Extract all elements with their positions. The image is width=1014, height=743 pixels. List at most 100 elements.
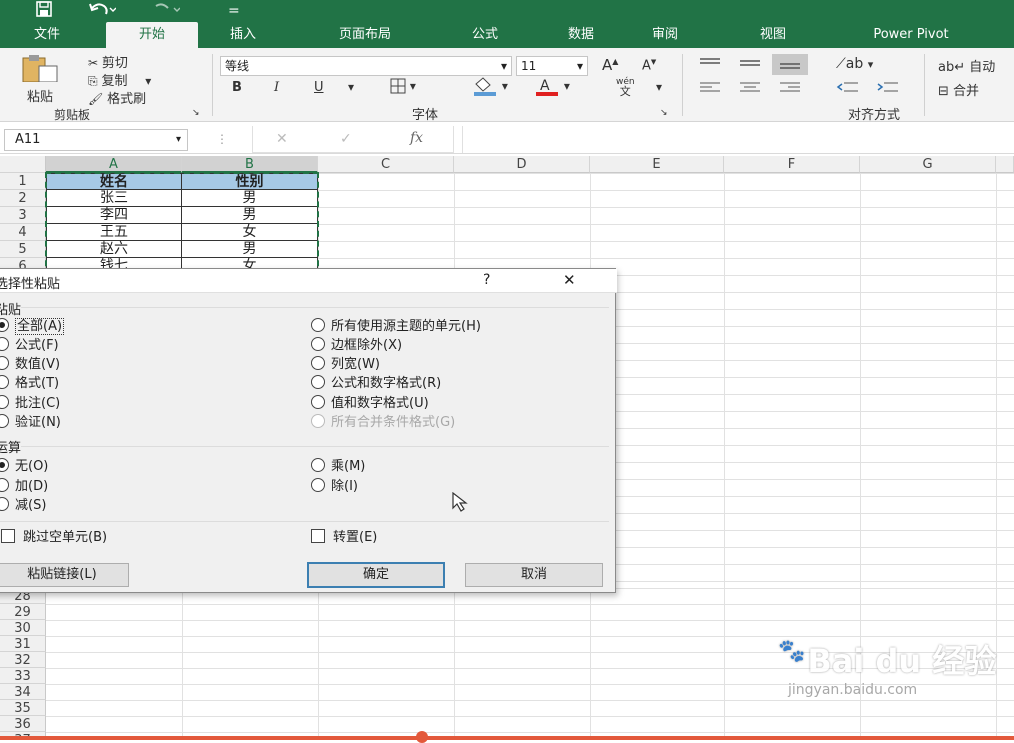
decrease-indent-button[interactable] [836,80,860,97]
divider [682,54,683,116]
align-middle-button[interactable] [738,56,762,73]
customize-toolbar-icon[interactable]: = [228,0,240,22]
italic-button[interactable]: I [274,80,279,95]
tab-view[interactable]: 视图 [740,22,806,48]
column-header-f[interactable]: F [724,156,860,173]
align-left-button[interactable] [698,80,722,97]
tab-file[interactable]: 文件 [14,22,80,48]
tab-insert[interactable]: 插入 [210,22,276,48]
divider [21,307,609,308]
radio-icon [311,414,325,428]
row-header[interactable]: 29 [0,604,46,620]
merge-center-button[interactable]: ⊟ 合并 [938,80,979,99]
column-header-h[interactable] [996,156,1014,173]
underline-button[interactable]: U [314,80,324,95]
align-top-button[interactable] [698,56,722,73]
tab-formulas[interactable]: 公式 [452,22,518,48]
font-size-select[interactable]: 11 ▾ [516,56,588,76]
cancel-icon[interactable]: ✕ [276,131,288,147]
radio-op-add[interactable]: 加(D) [0,478,48,496]
column-header-d[interactable]: D [454,156,590,173]
dialog-launcher-icon[interactable]: ↘ [660,108,668,118]
tab-power-pivot[interactable]: Power Pivot [836,22,986,48]
radio-paste-column-widths[interactable]: 列宽(W) [311,356,380,374]
radio-paste-comments[interactable]: 批注(C) [0,395,60,413]
column-header-c[interactable]: C [318,156,454,173]
column-header-e[interactable]: E [590,156,724,173]
radio-op-multiply[interactable]: 乘(M) [311,458,365,476]
tab-page-layout[interactable]: 页面布局 [310,22,420,48]
font-family-select[interactable]: 等线 ▾ [220,56,512,76]
fill-color-button[interactable]: ▾ [472,76,508,99]
ok-button[interactable]: 确定 [307,562,445,588]
align-bottom-button[interactable] [772,54,808,75]
help-icon[interactable]: ? [483,272,490,288]
radio-paste-no-borders[interactable]: 边框除外(X) [311,337,402,355]
grow-font-button[interactable]: A▲ [602,56,618,74]
radio-paste-values[interactable]: 数值(V) [0,356,60,374]
transpose-checkbox[interactable]: 转置(E) [311,529,377,547]
column-header-b[interactable]: B [182,156,318,173]
borders-button[interactable]: ▾ [390,78,416,97]
skip-blanks-checkbox[interactable]: 跳过空单元(B) [1,529,107,547]
title-bar: = [0,0,1014,22]
radio-paste-validation[interactable]: 验证(N) [0,414,61,432]
cancel-button[interactable]: 取消 [465,563,603,587]
radio-paste-source-theme[interactable]: 所有使用源主题的单元(H) [311,318,481,336]
select-all-corner[interactable] [0,156,46,173]
svg-text:A: A [540,78,550,94]
radio-paste-all[interactable]: 全部(A) [0,318,65,336]
radio-op-divide[interactable]: 除(I) [311,478,358,496]
insert-function-icon[interactable]: fx [410,130,423,146]
increase-indent-button[interactable] [876,80,900,97]
alignment-group-label: 对齐方式 [848,108,901,123]
chevron-down-icon[interactable]: ▾ [348,80,354,94]
radio-paste-formats[interactable]: 格式(T) [0,375,59,393]
progress-handle[interactable] [416,731,428,743]
row-header[interactable]: 30 [0,620,46,636]
row-header[interactable]: 1 [0,173,46,190]
radio-paste-formulas[interactable]: 公式(F) [0,337,59,355]
paste-button[interactable]: 粘贴 [10,54,70,105]
row-header[interactable]: 33 [0,668,46,684]
row-header[interactable]: 3 [0,207,46,224]
align-right-button[interactable] [778,80,802,97]
cut-button[interactable]: ✂ 剪切 [88,52,128,71]
enter-icon[interactable]: ✓ [340,131,352,147]
row-header[interactable]: 4 [0,224,46,241]
dialog-launcher-icon[interactable]: ↘ [192,108,200,118]
radio-op-subtract[interactable]: 减(S) [0,497,46,515]
phonetic-button[interactable]: wén 文 [616,78,635,98]
row-header[interactable]: 35 [0,700,46,716]
paste-link-button[interactable]: 粘贴链接(L) [0,563,129,587]
column-header-a[interactable]: A [46,156,182,173]
row-header[interactable]: 2 [0,190,46,207]
redo-icon[interactable] [152,0,181,24]
align-center-button[interactable] [738,80,762,97]
row-header[interactable]: 32 [0,652,46,668]
row-header[interactable]: 31 [0,636,46,652]
radio-paste-formulas-numbers[interactable]: 公式和数字格式(R) [311,375,441,393]
row-header[interactable]: 5 [0,241,46,258]
font-color-button[interactable]: A ▾ [534,76,570,99]
chevron-down-icon[interactable]: ▾ [656,80,662,94]
row-header[interactable]: 36 [0,716,46,732]
tab-review[interactable]: 审阅 [632,22,698,48]
format-painter-button[interactable]: 🖌 格式刷 [88,88,146,107]
copy-button[interactable]: ⎘ 复制 ▾ [88,70,151,89]
radio-paste-values-numbers[interactable]: 值和数字格式(U) [311,395,429,413]
radio-op-none[interactable]: 无(O) [0,458,48,476]
tab-data[interactable]: 数据 [548,22,614,48]
name-box[interactable]: A11 ▾ [4,129,188,151]
orientation-button[interactable]: ⟋ab ▾ [836,56,873,72]
shrink-font-button[interactable]: A▼ [642,58,656,73]
undo-icon[interactable] [88,0,117,24]
save-icon[interactable] [34,0,54,24]
tab-home[interactable]: 开始 [106,22,198,48]
column-header-g[interactable]: G [860,156,996,173]
bold-button[interactable]: B [232,80,242,95]
close-icon[interactable]: ✕ [563,271,576,289]
formula-input[interactable] [462,126,1014,153]
wrap-text-button[interactable]: ab↵ 自动 [938,56,995,75]
row-header[interactable]: 34 [0,684,46,700]
